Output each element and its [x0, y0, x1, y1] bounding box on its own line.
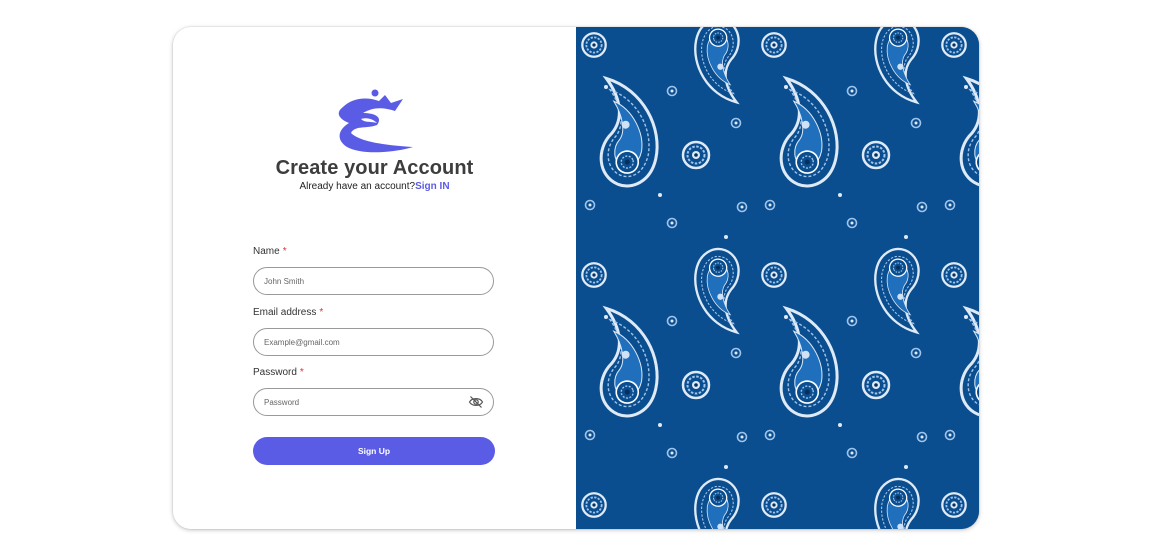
- password-input[interactable]: [264, 395, 464, 409]
- signin-prompt: Already have an account?Sign IN: [173, 181, 576, 192]
- name-label-text: Name: [253, 246, 280, 257]
- email-label-text: Email address: [253, 307, 317, 318]
- paisley-pattern: [576, 27, 979, 529]
- email-input[interactable]: [264, 335, 464, 349]
- brand-logo-icon: [338, 89, 413, 153]
- password-label: Password *: [253, 367, 304, 378]
- signin-link[interactable]: Sign IN: [415, 181, 449, 192]
- required-mark: *: [282, 246, 287, 257]
- page-title: Create your Account: [275, 157, 474, 179]
- name-input[interactable]: [264, 274, 464, 288]
- required-mark: *: [299, 367, 304, 378]
- name-field[interactable]: [253, 267, 494, 295]
- email-field[interactable]: [253, 328, 494, 356]
- signup-button[interactable]: Sign Up: [253, 437, 495, 465]
- eye-slash-icon[interactable]: [468, 395, 484, 409]
- name-label: Name *: [253, 246, 287, 257]
- signup-card: Create your Account Already have an acco…: [173, 27, 979, 529]
- required-mark: *: [319, 307, 324, 318]
- signup-panel: Create your Account Already have an acco…: [173, 27, 576, 529]
- email-label: Email address *: [253, 307, 323, 318]
- password-field[interactable]: [253, 388, 494, 416]
- password-label-text: Password: [253, 367, 297, 378]
- signin-prompt-text: Already have an account?: [299, 181, 416, 192]
- paisley-pattern-panel: [576, 27, 979, 529]
